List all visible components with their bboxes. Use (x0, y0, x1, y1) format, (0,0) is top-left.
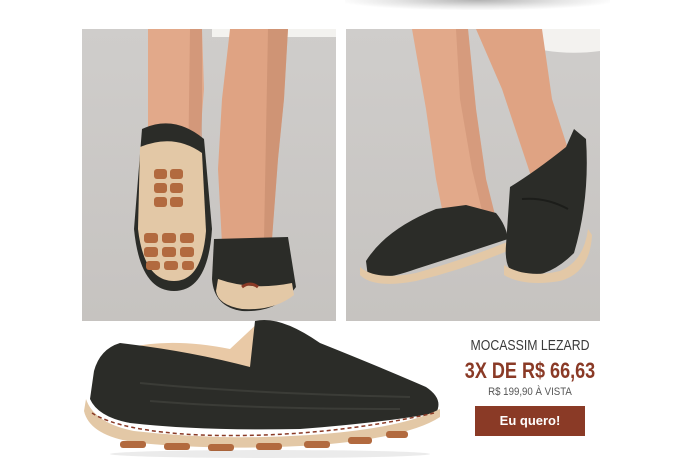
product-image (80, 313, 448, 458)
buy-button[interactable]: Eu quero! (475, 406, 585, 436)
previous-item-shadow (345, 0, 610, 10)
photo-side-view (346, 29, 600, 321)
installment-price: 3X DE R$ 66,63 (464, 358, 596, 383)
photo-rear-view (82, 29, 336, 321)
cash-price: R$ 199,90 À VISTA (488, 386, 572, 398)
product-name: MOCASSIM LEZARD (470, 337, 590, 354)
product-info: MOCASSIM LEZARD 3X DE R$ 66,63 R$ 199,90… (450, 334, 610, 436)
